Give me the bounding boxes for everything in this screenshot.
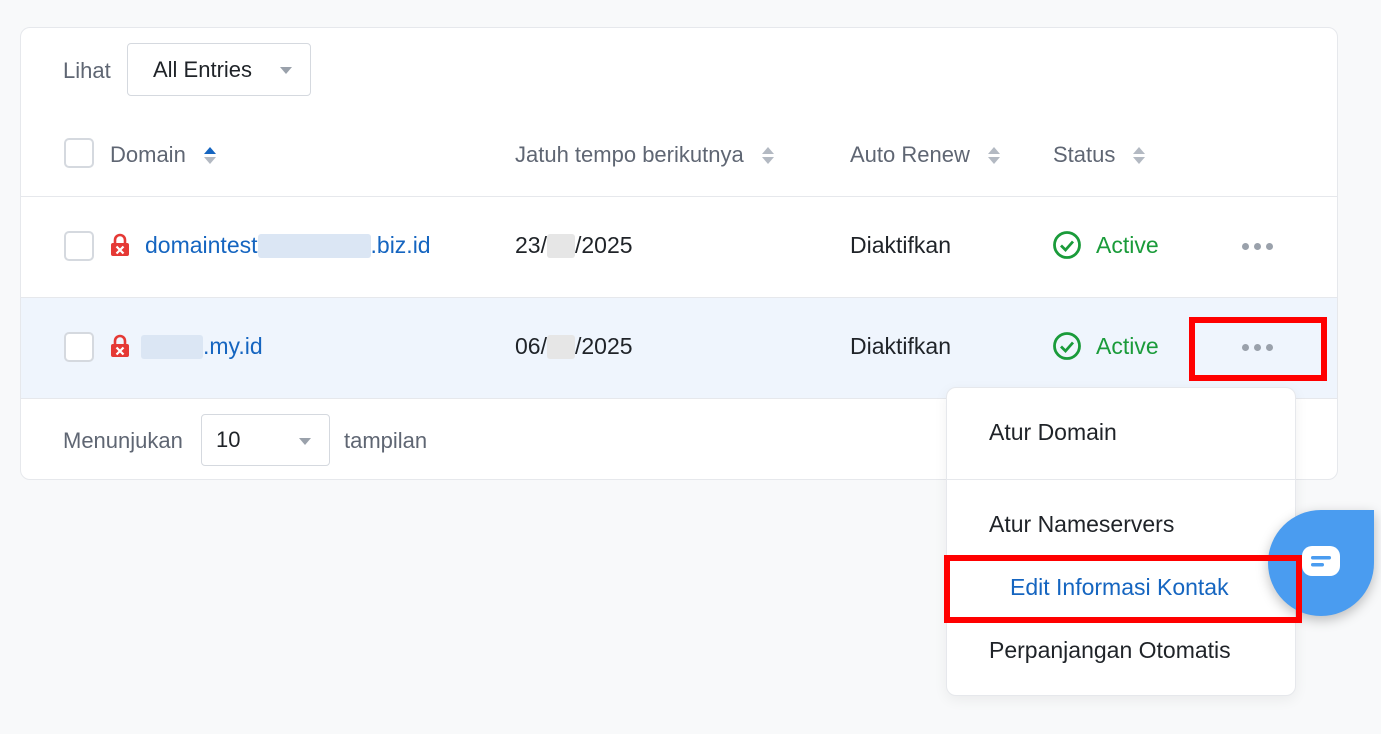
- table-row: domaintest .biz.id 23/ /2025 Diaktifkan …: [21, 197, 1337, 298]
- domain-link[interactable]: domaintest .biz.id: [145, 232, 431, 259]
- view-select[interactable]: All Entries: [127, 43, 311, 96]
- menu-item-atur-nameservers[interactable]: Atur Nameservers: [989, 511, 1174, 538]
- lock-icon: [111, 334, 129, 357]
- menu-divider: [947, 479, 1295, 480]
- sort-icon[interactable]: [1133, 146, 1146, 164]
- view-select-value: All Entries: [153, 56, 253, 82]
- column-domain[interactable]: Domain: [110, 142, 216, 168]
- page-size-value: 10: [216, 427, 241, 452]
- sort-icon[interactable]: [203, 146, 216, 164]
- column-due-date[interactable]: Jatuh tempo berikutnya: [515, 142, 774, 168]
- view-label: Lihat: [63, 58, 111, 83]
- column-status[interactable]: Status: [1053, 142, 1146, 168]
- row-actions-menu: Atur Domain Atur Nameservers Edit Inform…: [946, 387, 1296, 696]
- menu-item-atur-domain[interactable]: Atur Domain: [989, 419, 1117, 446]
- auto-renew-value: Diaktifkan: [850, 333, 951, 359]
- redacted-text: [257, 233, 371, 258]
- check-circle-icon: [1053, 332, 1081, 360]
- showing-label: Menunjukan: [63, 428, 183, 453]
- redacted-text: [546, 334, 575, 359]
- auto-renew-value: Diaktifkan: [850, 232, 951, 258]
- sort-icon[interactable]: [987, 146, 1000, 164]
- check-circle-icon: [1053, 231, 1081, 259]
- domain-link[interactable]: .my.id: [141, 333, 263, 360]
- redacted-text: [141, 334, 203, 359]
- highlight-box: [944, 555, 1302, 623]
- suffix-label: tampilan: [344, 428, 428, 453]
- redacted-text: [546, 233, 575, 258]
- lock-icon: [111, 233, 129, 256]
- status-badge: Active: [1052, 230, 1159, 260]
- table-header: Domain Jatuh tempo berikutnya Auto Renew…: [21, 120, 1337, 197]
- due-date: 06/ /2025: [515, 333, 633, 359]
- chevron-down-icon: [280, 67, 292, 74]
- chevron-down-icon: [299, 438, 311, 445]
- row-checkbox[interactable]: [64, 332, 94, 362]
- highlight-box: [1189, 317, 1327, 381]
- page-size-select[interactable]: 10: [201, 414, 330, 466]
- sort-icon[interactable]: [761, 146, 774, 164]
- more-dots-icon[interactable]: [1242, 243, 1273, 250]
- chat-icon: [1302, 546, 1340, 576]
- menu-item-perpanjangan-otomatis[interactable]: Perpanjangan Otomatis: [989, 637, 1231, 664]
- row-checkbox[interactable]: [64, 231, 94, 261]
- select-all-checkbox[interactable]: [64, 138, 94, 168]
- table-row: .my.id 06/ /2025 Diaktifkan Active: [21, 298, 1337, 399]
- column-auto-renew[interactable]: Auto Renew: [850, 142, 1000, 168]
- status-badge: Active: [1052, 331, 1159, 361]
- due-date: 23/ /2025: [515, 232, 633, 258]
